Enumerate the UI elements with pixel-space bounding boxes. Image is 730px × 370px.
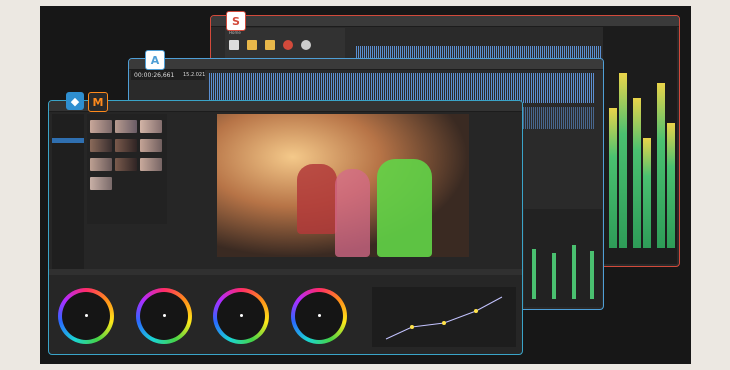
timecode-display: 00:00:26,661 15.2.021	[131, 70, 205, 80]
track-waveform-1	[209, 73, 594, 103]
title-bar	[129, 59, 603, 70]
save-icon[interactable]	[265, 40, 275, 50]
open-icon[interactable]	[247, 40, 257, 50]
magix-m-logo: M	[88, 92, 108, 112]
curve-point-3[interactable]	[474, 309, 478, 313]
acid-logo: A	[145, 50, 165, 70]
color-wheel-gamma-point[interactable]	[163, 314, 166, 317]
timecode: 00:00:26,661	[134, 72, 175, 79]
meter-5	[657, 83, 665, 248]
meter-4	[643, 138, 651, 248]
vegas-cube-logo: ◆	[66, 92, 84, 110]
video-preview	[217, 114, 469, 257]
meter-3	[633, 98, 641, 248]
curve-point-2[interactable]	[442, 321, 446, 325]
color-wheel-lift-point[interactable]	[85, 314, 88, 317]
time-right: 15.2.021	[183, 72, 206, 78]
title-bar	[49, 101, 522, 112]
sound-forge-logo: S	[226, 11, 246, 31]
meter-2	[619, 73, 627, 248]
level-meters	[603, 26, 677, 264]
ribbon: Home	[225, 28, 345, 62]
mixer-strips	[524, 209, 602, 307]
new-icon[interactable]	[229, 40, 239, 50]
curve-point-1[interactable]	[410, 325, 414, 329]
curves-panel[interactable]	[372, 287, 516, 347]
project-tree	[52, 114, 84, 269]
color-wheel-gain-point[interactable]	[240, 314, 243, 317]
color-wheel-offset-point[interactable]	[318, 314, 321, 317]
record-icon[interactable]	[283, 40, 293, 50]
meter-1	[609, 108, 617, 248]
media-bin	[87, 114, 167, 224]
meter-6	[667, 123, 675, 248]
curve-svg	[385, 296, 503, 340]
separator	[49, 269, 522, 275]
vegas-window	[48, 100, 523, 355]
stop-icon[interactable]	[301, 40, 311, 50]
